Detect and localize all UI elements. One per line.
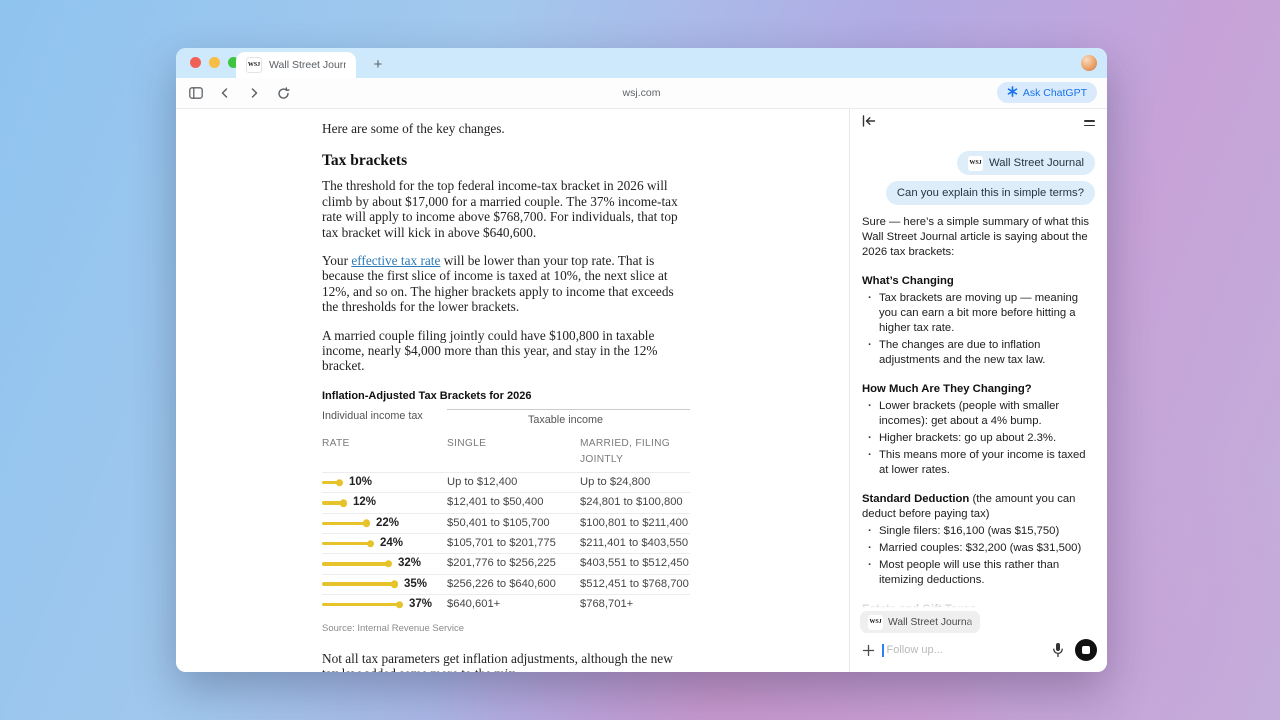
window-controls: [190, 57, 239, 68]
table-row: 32% $201,776 to $256,225 $403,551 to $51…: [322, 553, 690, 573]
wsj-chip-icon: WSJ: [968, 156, 983, 171]
ask-chatgpt-label: Ask ChatGPT: [1023, 87, 1087, 99]
chat-bullet: Tax brackets are moving up — meaning you…: [862, 291, 1095, 336]
rate-bar: [322, 522, 366, 526]
forward-icon[interactable]: [244, 83, 264, 103]
input-placeholder: Follow up...: [885, 644, 943, 656]
chat-bullet: Married couples: $32,200 (was $31,500): [862, 541, 1095, 556]
article-paragraph: Your effective tax rate will be lower th…: [322, 253, 690, 315]
chatgpt-icon: [1007, 86, 1018, 100]
stop-icon: [1082, 646, 1090, 654]
assistant-message: Sure — here’s a simple summary of what t…: [862, 215, 1095, 608]
browser-window: WSJ Wall Street Journal +: [176, 48, 1107, 672]
sidebar-header: [850, 109, 1107, 137]
article-paragraph: A married couple filing jointly could ha…: [322, 328, 690, 374]
group-taxable-income: Taxable income: [447, 409, 690, 428]
chat-section-how-much: How Much Are They Changing? Lower bracke…: [862, 382, 1095, 478]
attach-plus-icon[interactable]: [860, 642, 876, 658]
table-header-row: RATE SINGLE MARRIED, FILING JOINTLY: [322, 436, 690, 472]
composer-context-chip[interactable]: WSJ Wall Street Journal: [860, 611, 980, 633]
ask-chatgpt-button[interactable]: Ask ChatGPT: [997, 82, 1097, 103]
tab-wall-street-journal[interactable]: WSJ Wall Street Journal: [236, 52, 356, 78]
article-heading-tax-brackets: Tax brackets: [322, 152, 690, 170]
table-row: 24% $105,701 to $201,775 $211,401 to $40…: [322, 533, 690, 553]
collapse-sidebar-icon[interactable]: [862, 114, 876, 132]
table-source: Source: Internal Revenue Service: [322, 621, 690, 636]
chat-bullet: Higher brackets: go up about 2.3%.: [862, 431, 1095, 446]
rate-bar: [322, 582, 394, 586]
chat-bullet: The changes are due to inflation adjustm…: [862, 338, 1095, 368]
browser-toolbar: wsj.com Ask ChatGPT: [176, 78, 1107, 109]
context-pill-label: Wall Street Journal: [989, 156, 1084, 171]
rate-bar: [322, 481, 339, 485]
sidebar-toggle-icon[interactable]: [186, 83, 206, 103]
table-title: Inflation-Adjusted Tax Brackets for 2026: [322, 390, 690, 402]
address-url[interactable]: wsj.com: [176, 87, 1107, 99]
article-intro: Here are some of the key changes.: [322, 121, 690, 136]
table-row: 35% $256,226 to $640,600 $512,451 to $76…: [322, 574, 690, 594]
assistant-intro: Sure — here’s a simple summary of what t…: [862, 215, 1095, 260]
stop-button[interactable]: [1075, 639, 1097, 661]
article-paragraph: Not all tax parameters get inflation adj…: [322, 651, 690, 672]
text-cursor: [882, 644, 884, 657]
chat-bullet: Single filers: $16,100 (was $15,750): [862, 524, 1095, 539]
new-tab-button[interactable]: +: [366, 52, 390, 76]
table-row: 12% $12,401 to $50,400 $24,801 to $100,8…: [322, 492, 690, 512]
chat-section-whats-changing: What’s Changing Tax brackets are moving …: [862, 274, 1095, 368]
rate-bar: [322, 562, 388, 566]
profile-avatar[interactable]: [1081, 55, 1097, 71]
table-row: 10% Up to $12,400 Up to $24,800: [322, 472, 690, 492]
chatgpt-sidebar: WSJ Wall Street Journal Can you explain …: [849, 109, 1107, 672]
user-message: Can you explain this in simple terms?: [886, 181, 1095, 205]
tab-bar: WSJ Wall Street Journal +: [176, 48, 1107, 78]
followup-input[interactable]: Follow up...: [882, 644, 1049, 657]
chat-bullet: Lower brackets (people with smaller inco…: [862, 399, 1095, 429]
menu-icon[interactable]: [1084, 120, 1095, 126]
chat-bullet: Most people will use this rather than it…: [862, 558, 1095, 588]
effective-tax-rate-link[interactable]: effective tax rate: [351, 253, 440, 268]
composer-chip-label: Wall Street Journal: [888, 617, 972, 628]
rate-bar: [322, 603, 399, 607]
reload-icon[interactable]: [273, 83, 293, 103]
article-pane: Here are some of the key changes. Tax br…: [176, 109, 849, 672]
chat-composer: WSJ Wall Street Journal Follow up...: [850, 608, 1107, 672]
article-paragraph: The threshold for the top federal income…: [322, 178, 690, 240]
rate-bar: [322, 542, 370, 546]
close-window-button[interactable]: [190, 57, 201, 68]
chat-scroll-area[interactable]: WSJ Wall Street Journal Can you explain …: [850, 137, 1107, 608]
back-icon[interactable]: [215, 83, 235, 103]
microphone-icon[interactable]: [1049, 642, 1067, 658]
minimize-window-button[interactable]: [209, 57, 220, 68]
table-row: 22% $50,401 to $105,700 $100,801 to $211…: [322, 513, 690, 533]
desktop-background: WSJ Wall Street Journal +: [0, 0, 1280, 720]
chat-section-standard-deduction: Standard Deduction (the amount you can d…: [862, 492, 1095, 588]
chat-bullet: This means more of your income is taxed …: [862, 448, 1095, 478]
table-row: 37% $640,601+ $768,701+: [322, 594, 690, 614]
tab-title: Wall Street Journal: [269, 59, 346, 71]
tax-brackets-table: Inflation-Adjusted Tax Brackets for 2026…: [322, 390, 690, 637]
context-pill-wsj: WSJ Wall Street Journal: [957, 151, 1095, 175]
group-individual-income-tax: Individual income tax: [322, 409, 447, 428]
wsj-chip-icon: WSJ: [868, 615, 883, 630]
rate-bar: [322, 501, 343, 505]
wsj-favicon-icon: WSJ: [246, 57, 262, 73]
